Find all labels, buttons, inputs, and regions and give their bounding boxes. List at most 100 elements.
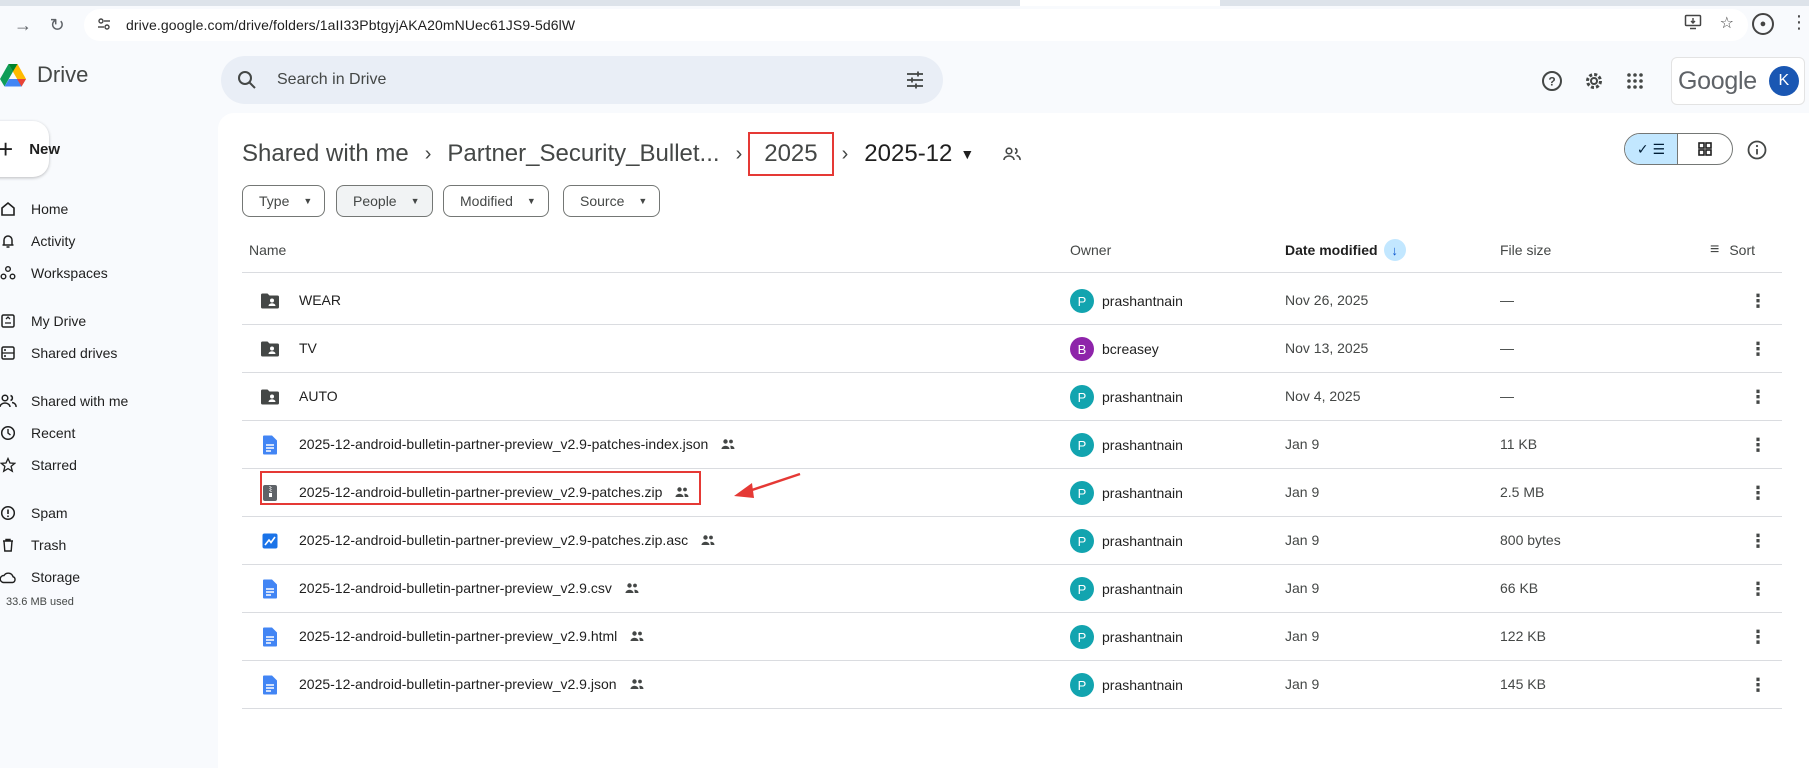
filter-chip-people[interactable]: People ▼: [336, 185, 433, 217]
list-view-button[interactable]: ✓ ☰: [1625, 134, 1679, 164]
table-row[interactable]: 2025-12-android-bulletin-partner-preview…: [242, 661, 1782, 709]
table-row[interactable]: 2025-12-android-bulletin-partner-preview…: [242, 565, 1782, 613]
file-size: —: [1500, 388, 1514, 404]
account-avatar[interactable]: K: [1768, 66, 1799, 96]
date-modified: Nov 4, 2025: [1285, 388, 1361, 404]
address-bar[interactable]: drive.google.com/drive/folders/1aII33Pbt…: [84, 9, 1748, 41]
shared-people-icon[interactable]: [1002, 144, 1022, 164]
arrow-down-icon[interactable]: ↓: [1383, 239, 1406, 261]
column-header-owner[interactable]: Owner: [1070, 240, 1111, 260]
sidebar-item-home[interactable]: Home: [0, 195, 215, 223]
more-actions-icon[interactable]: ⋮: [1746, 529, 1770, 553]
grid-icon: [1698, 142, 1712, 156]
shared-icon: [720, 436, 736, 452]
column-header-file-size[interactable]: File size: [1500, 240, 1551, 260]
file-name[interactable]: AUTO: [299, 388, 338, 404]
table-row[interactable]: TV Bbcreasey Nov 13, 2025 — ⋮: [242, 325, 1782, 373]
highlight-box: [260, 471, 701, 505]
filter-chip-modified[interactable]: Modified ▼: [443, 185, 549, 217]
sidebar-item-spam[interactable]: Spam: [0, 499, 215, 527]
filter-chip-source[interactable]: Source ▼: [563, 185, 661, 217]
app-name: Drive: [37, 62, 89, 87]
search-input[interactable]: Search in Drive: [277, 71, 386, 89]
search-bar[interactable]: Search in Drive: [221, 56, 943, 104]
more-actions-icon[interactable]: ⋮: [1746, 673, 1770, 697]
more-actions-icon[interactable]: ⋮: [1746, 433, 1770, 457]
table-row[interactable]: AUTO Pprashantnain Nov 4, 2025 — ⋮: [242, 373, 1782, 421]
sidebar-item-starred[interactable]: Starred: [0, 451, 215, 479]
sidebar-item-recent[interactable]: Recent: [0, 419, 215, 447]
sidebar-item-label: Recent: [31, 425, 76, 441]
file-name-text: 2025-12-android-bulletin-partner-preview…: [299, 676, 617, 692]
column-header-date-modified[interactable]: Date modified ↓: [1285, 239, 1406, 261]
url-text[interactable]: drive.google.com/drive/folders/1aII33Pbt…: [126, 17, 575, 33]
sidebar-item-storage[interactable]: Storage: [0, 563, 215, 591]
sidebar-item-label: Starred: [31, 457, 77, 473]
sort-button[interactable]: ≡ Sort: [1710, 240, 1755, 260]
file-name[interactable]: 2025-12-android-bulletin-partner-preview…: [299, 532, 716, 548]
breadcrumb-item-partner-folder[interactable]: Partner_Security_Bullet...: [447, 140, 719, 168]
file-name[interactable]: 2025-12-android-bulletin-partner-preview…: [299, 436, 736, 452]
owner-avatar: P: [1070, 433, 1094, 457]
file-name[interactable]: TV: [299, 340, 317, 356]
owner-name: prashantnain: [1102, 677, 1183, 693]
search-options-icon[interactable]: [903, 68, 927, 92]
table-row[interactable]: 2025-12-android-bulletin-partner-preview…: [242, 613, 1782, 661]
apps-grid-icon[interactable]: [1623, 69, 1647, 93]
shared-icon: [700, 532, 716, 548]
sidebar-item-label: Shared drives: [31, 345, 118, 361]
grid-view-button[interactable]: [1678, 134, 1732, 164]
owner-avatar: P: [1070, 289, 1094, 313]
date-modified: Jan 9: [1285, 436, 1320, 452]
sidebar-item-activity[interactable]: Activity: [0, 227, 215, 255]
profile-icon[interactable]: ●: [1752, 13, 1774, 35]
file-size: —: [1500, 340, 1514, 356]
breadcrumb-item-shared-with-me[interactable]: Shared with me: [242, 140, 409, 168]
site-settings-icon[interactable]: [94, 17, 114, 34]
drive-logo[interactable]: Drive: [0, 62, 88, 88]
more-actions-icon[interactable]: ⋮: [1746, 577, 1770, 601]
breadcrumb-current-folder[interactable]: 2025-12 ▼: [864, 140, 974, 168]
sidebar-item-trash[interactable]: Trash: [0, 531, 215, 559]
file-name[interactable]: 2025-12-android-bulletin-partner-preview…: [299, 628, 645, 644]
file-name[interactable]: WEAR: [299, 292, 341, 308]
support-icon[interactable]: ?: [1540, 69, 1564, 93]
more-actions-icon[interactable]: ⋮: [1746, 625, 1770, 649]
forward-arrow-icon[interactable]: →: [10, 12, 36, 38]
more-actions-icon[interactable]: ⋮: [1746, 337, 1770, 361]
filter-chip-label: Type: [259, 193, 290, 209]
owner-cell: Pprashantnain: [1070, 529, 1183, 553]
tab-strip: [0, 0, 1809, 6]
more-actions-icon[interactable]: ⋮: [1746, 289, 1770, 313]
owner-avatar: P: [1070, 673, 1094, 697]
sidebar-item-shared-with-me[interactable]: Shared with me: [0, 387, 215, 415]
sidebar-item-workspaces[interactable]: Workspaces: [0, 259, 215, 287]
active-tab[interactable]: [1020, 0, 1220, 6]
table-row[interactable]: 2025-12-android-bulletin-partner-preview…: [242, 421, 1782, 469]
file-size: 2.5 MB: [1500, 484, 1545, 500]
table-divider: [242, 272, 1782, 273]
new-button-label: New: [29, 140, 61, 158]
owner-name: prashantnain: [1102, 629, 1183, 645]
file-name[interactable]: 2025-12-android-bulletin-partner-preview…: [299, 676, 645, 692]
info-icon[interactable]: [1746, 139, 1768, 161]
more-icon[interactable]: ⋮: [1790, 12, 1808, 33]
file-name[interactable]: 2025-12-android-bulletin-partner-preview…: [299, 580, 640, 596]
search-icon[interactable]: [235, 68, 259, 92]
more-actions-icon[interactable]: ⋮: [1746, 481, 1770, 505]
install-app-icon[interactable]: [1684, 13, 1702, 36]
breadcrumb-item-2025[interactable]: 2025: [748, 132, 834, 176]
table-row[interactable]: 2025-12-android-bulletin-partner-preview…: [242, 517, 1782, 565]
reload-icon[interactable]: ↻: [44, 12, 70, 38]
more-actions-icon[interactable]: ⋮: [1746, 385, 1770, 409]
new-button[interactable]: + New: [0, 121, 60, 177]
bookmark-star-icon[interactable]: ☆: [1720, 13, 1734, 36]
filter-chip-type[interactable]: Type ▼: [242, 185, 326, 217]
column-header-name[interactable]: Name: [249, 240, 286, 260]
sidebar-item-shared-drives[interactable]: Shared drives: [0, 339, 215, 367]
table-row[interactable]: WEAR Pprashantnain Nov 26, 2025 — ⋮: [242, 277, 1782, 325]
account-box[interactable]: Google K: [1671, 57, 1805, 105]
settings-gear-icon[interactable]: [1582, 69, 1606, 93]
clock-icon: [0, 423, 18, 443]
sidebar-item-my-drive[interactable]: My Drive: [0, 307, 215, 335]
